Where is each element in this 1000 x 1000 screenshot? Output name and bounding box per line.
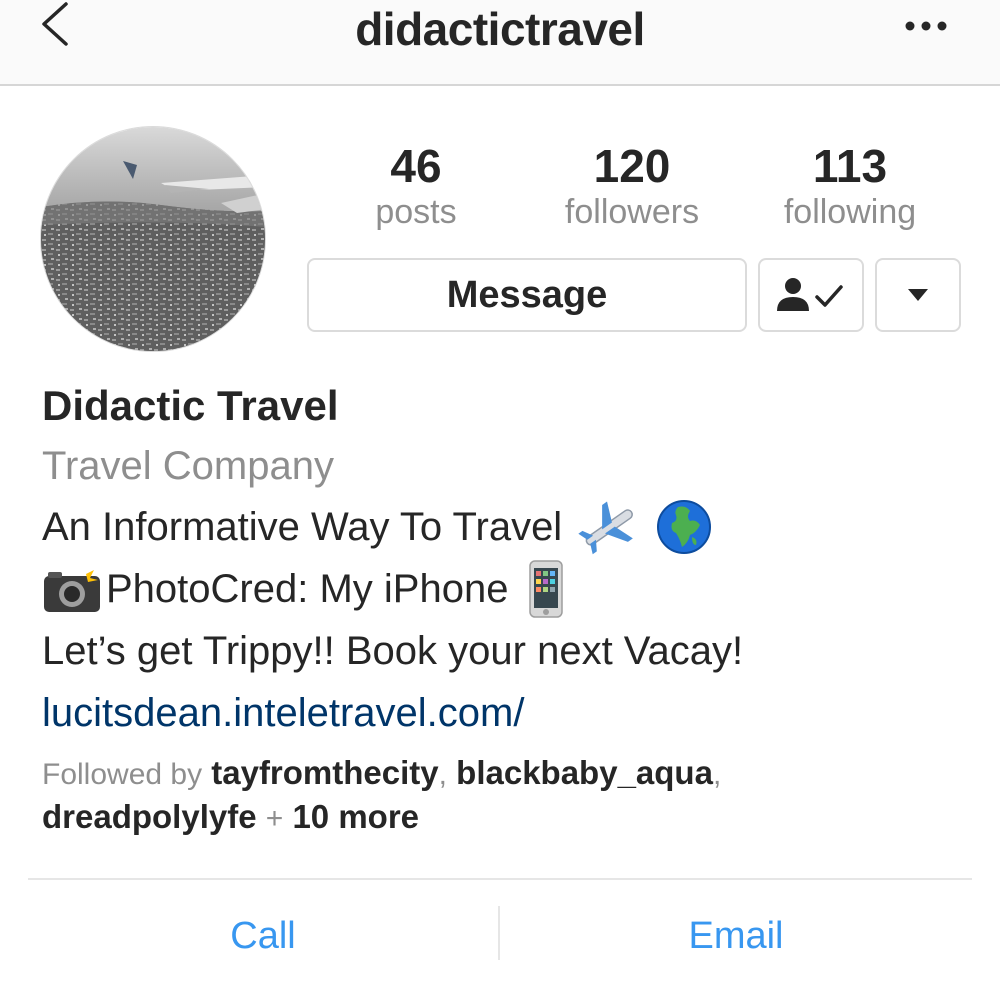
camera-flash-icon — [44, 566, 100, 612]
suggestions-dropdown-button[interactable] — [875, 258, 961, 332]
divider — [28, 878, 972, 880]
message-button[interactable]: Message — [307, 258, 747, 332]
website-link[interactable]: lucitsdean.inteletravel.com/ — [42, 682, 982, 744]
page-title: didactictravel — [355, 3, 645, 55]
more-followers-link[interactable]: 10 more — [292, 798, 419, 835]
airplane-icon — [578, 501, 634, 555]
followers-count: 120 — [593, 140, 671, 192]
profile-bio: Didactic Travel Travel Company An Inform… — [42, 380, 982, 744]
bio-text-1: An Informative Way To Travel — [42, 505, 563, 549]
following-stat[interactable]: 113 following — [750, 138, 950, 234]
bio-line-2: PhotoCred: My iPhone — [42, 558, 982, 620]
followed-by-prefix: Followed by — [42, 758, 203, 791]
follower-link[interactable]: tayfromthecity — [211, 754, 438, 791]
followers-label: followers — [564, 193, 700, 231]
posts-stat[interactable]: 46 posts — [316, 138, 516, 234]
profile-category: Travel Company — [42, 444, 334, 488]
top-nav-bar: didactictravel — [0, 0, 1000, 86]
call-button[interactable]: Call — [28, 906, 498, 966]
bio-line-1: An Informative Way To Travel — [42, 496, 982, 558]
mobile-phone-icon — [529, 560, 564, 618]
follower-link[interactable]: blackbaby_aqua — [456, 754, 713, 791]
display-name: Didactic Travel — [42, 382, 339, 429]
bio-line-3: Let’s get Trippy!! Book your next Vacay! — [42, 629, 744, 673]
globe-icon — [657, 500, 712, 554]
following-label: following — [783, 193, 917, 231]
following-button[interactable] — [758, 258, 864, 332]
followers-stat[interactable]: 120 followers — [532, 138, 732, 234]
person-check-icon — [777, 278, 843, 311]
profile-photo — [41, 127, 265, 351]
following-count: 113 — [812, 140, 888, 192]
posts-count: 46 — [390, 140, 442, 192]
more-horizontal-icon[interactable] — [902, 18, 950, 34]
email-button[interactable]: Email — [500, 906, 972, 966]
follower-link[interactable]: dreadpolylyfe — [42, 798, 257, 835]
caret-down-icon — [908, 289, 928, 301]
avatar[interactable] — [40, 126, 266, 352]
bio-text-2: PhotoCred: My iPhone — [106, 567, 509, 611]
followed-by: Followed by tayfromthecity, blackbaby_aq… — [42, 754, 722, 835]
posts-label: posts — [375, 193, 457, 231]
